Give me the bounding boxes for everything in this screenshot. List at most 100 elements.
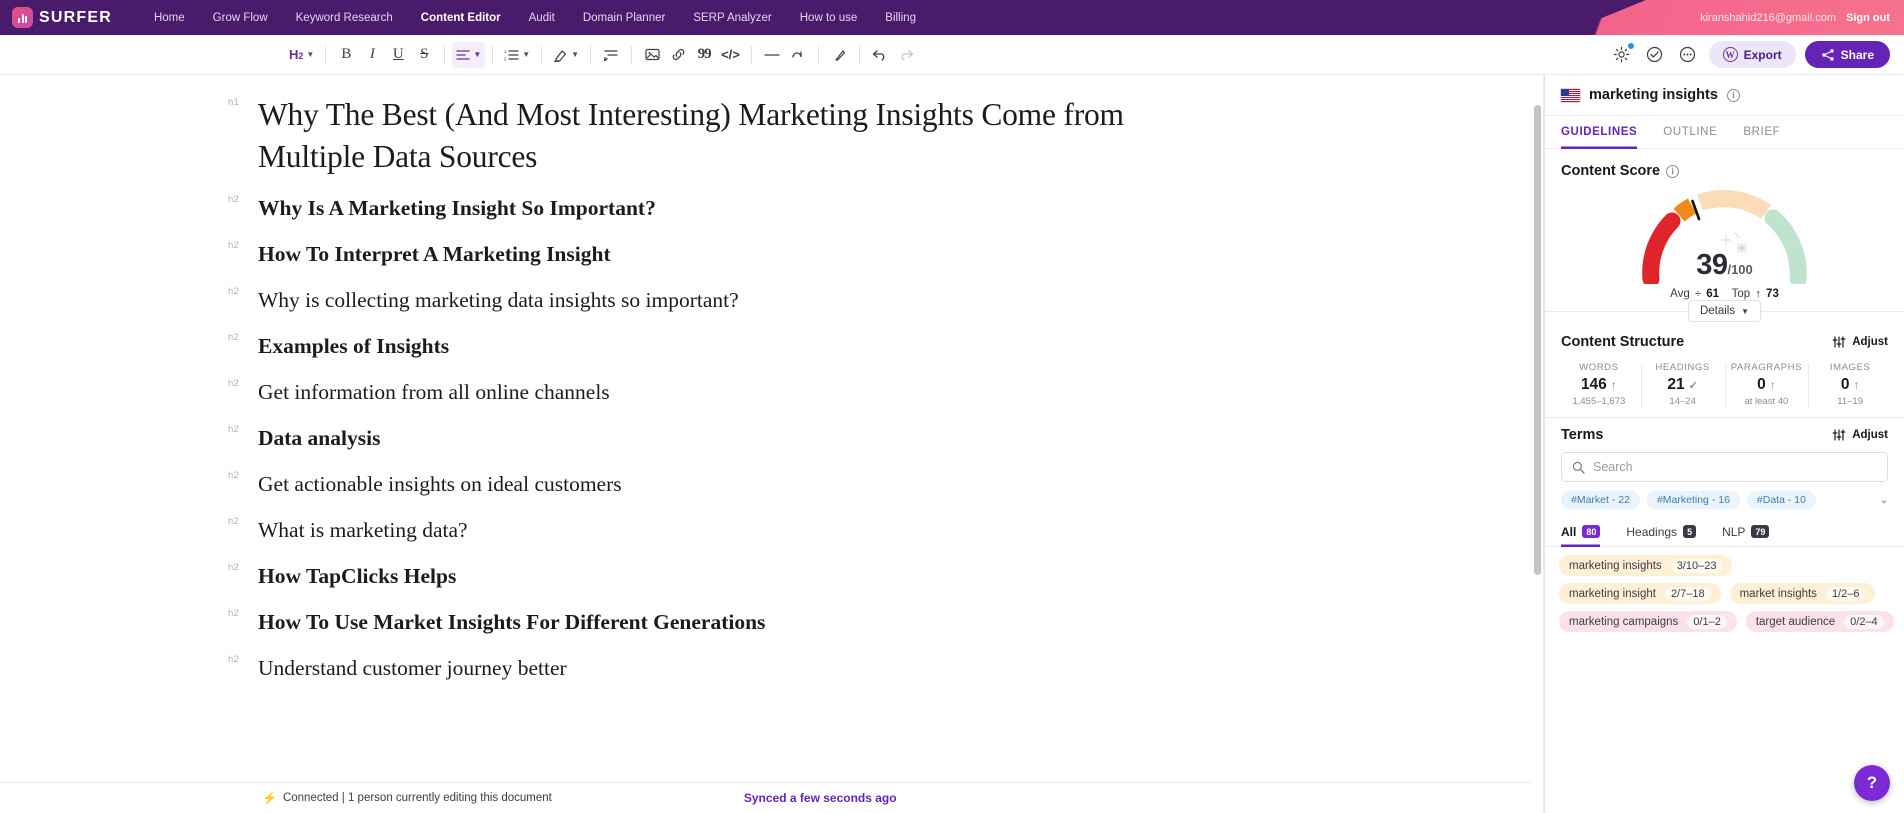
eraser-button[interactable] — [826, 42, 852, 68]
document-heading-h2[interactable]: What is marketing data? — [228, 508, 468, 554]
insert-image-button[interactable] — [639, 42, 665, 68]
terms-row: marketing insights 3/10–23 — [1559, 555, 1890, 576]
terms-header: Terms Adjust — [1545, 417, 1904, 443]
info-icon[interactable]: i — [1666, 165, 1679, 178]
tag-marketing[interactable]: #Marketing - 16 — [1647, 491, 1740, 509]
export-button[interactable]: W Export — [1709, 41, 1796, 68]
terms-search-box[interactable]: Search — [1561, 452, 1888, 482]
check-icon: ✓ — [1689, 379, 1698, 392]
heading-level-dropdown[interactable]: H2 ▼ — [285, 42, 318, 68]
surfer-logo[interactable]: SURFER — [12, 7, 112, 28]
document-block[interactable]: h2 Get actionable insights on ideal cust… — [0, 462, 1532, 508]
underline-button[interactable]: U — [385, 42, 411, 68]
subtab-nlp[interactable]: NLP 79 — [1722, 517, 1769, 547]
highlighter-icon — [553, 48, 568, 62]
document-canvas[interactable]: h1 Why The Best (And Most Interesting) M… — [0, 75, 1532, 782]
subtab-headings[interactable]: Headings 5 — [1626, 517, 1696, 547]
help-button[interactable]: ? — [1854, 765, 1890, 801]
details-dropdown-button[interactable]: Details ▼ — [1688, 300, 1761, 322]
info-icon[interactable]: i — [1727, 89, 1740, 102]
nav-link-keyword-research[interactable]: Keyword Research — [282, 12, 407, 24]
block-tag-label: h2 — [228, 378, 239, 389]
stat-label: HEADINGS — [1641, 362, 1725, 373]
document-block[interactable]: h2 Understand customer journey better — [0, 646, 1532, 692]
document-heading-h2[interactable]: How To Use Market Insights For Different… — [228, 600, 765, 646]
document-heading-h2[interactable]: How TapClicks Helps — [228, 554, 456, 600]
document-heading-h2[interactable]: Examples of Insights — [228, 324, 449, 370]
term-chip[interactable]: market insights 1/2–6 — [1730, 583, 1876, 604]
highlighter-button[interactable]: ▼ — [549, 42, 583, 68]
more-options-button[interactable] — [1676, 43, 1700, 67]
tab-guidelines[interactable]: GUIDELINES — [1561, 116, 1637, 149]
image-icon — [645, 48, 660, 61]
document-block[interactable]: h2 How TapClicks Helps — [0, 554, 1532, 600]
tag-data[interactable]: #Data - 10 — [1747, 491, 1816, 509]
heading-level-number: 2 — [298, 51, 303, 61]
block-tag-label: h2 — [228, 654, 239, 665]
nav-link-serp-analyzer[interactable]: SERP Analyzer — [679, 12, 785, 24]
share-button[interactable]: Share — [1805, 41, 1890, 68]
nav-link-domain-planner[interactable]: Domain Planner — [569, 12, 679, 24]
block-tag-label: h2 — [228, 240, 239, 251]
document-block[interactable]: h2 Why is collecting marketing data insi… — [0, 278, 1532, 324]
account-area: kiranshahid216@gmail.com Sign out — [1700, 12, 1890, 24]
italic-button[interactable]: I — [359, 42, 385, 68]
term-chip[interactable]: marketing insights 3/10–23 — [1559, 555, 1732, 576]
term-chip[interactable]: marketing campaigns 0/1–2 — [1559, 611, 1737, 632]
expand-tags-chevron-down-icon[interactable]: ⌄ — [1880, 495, 1888, 506]
ordered-list-button[interactable]: 12 ▼ — [500, 42, 534, 68]
document-block[interactable]: h2 How To Use Market Insights For Differ… — [0, 600, 1532, 646]
document-block[interactable]: h2 Examples of Insights — [0, 324, 1532, 370]
document-heading-h1[interactable]: Why The Best (And Most Interesting) Mark… — [228, 89, 1158, 186]
editor-toolbar: H2 ▼ B I U S ▼ 12 ▼ ▼ — [0, 35, 1904, 75]
sign-out-link[interactable]: Sign out — [1846, 12, 1890, 24]
subtab-count-badge: 5 — [1683, 525, 1696, 538]
document-block[interactable]: h1 Why The Best (And Most Interesting) M… — [0, 89, 1532, 186]
horizontal-rule-button[interactable] — [759, 42, 785, 68]
nav-link-billing[interactable]: Billing — [871, 12, 930, 24]
nav-link-grow-flow[interactable]: Grow Flow — [199, 12, 282, 24]
terms-adjust-button[interactable]: Adjust — [1832, 429, 1888, 441]
term-chip[interactable]: marketing insight 2/7–18 — [1559, 583, 1721, 604]
document-heading-h2[interactable]: Why is collecting marketing data insight… — [228, 278, 739, 324]
insert-link-button[interactable] — [665, 42, 691, 68]
redo-button[interactable] — [893, 42, 919, 68]
score-benchmarks: Avg ÷ 61 Top ↑ 73 — [1561, 288, 1888, 300]
term-chip[interactable]: target audience 0/2–4 — [1746, 611, 1894, 632]
adjust-label: Adjust — [1852, 336, 1888, 348]
settings-button[interactable] — [1610, 43, 1634, 67]
nav-link-content-editor[interactable]: Content Editor — [407, 12, 515, 24]
document-heading-h2[interactable]: Get information from all online channels — [228, 370, 610, 416]
tag-market[interactable]: #Market - 22 — [1561, 491, 1640, 509]
code-block-button[interactable]: </> — [717, 42, 744, 68]
scrollbar-thumb[interactable] — [1534, 105, 1541, 575]
tab-brief[interactable]: BRIEF — [1743, 116, 1780, 149]
document-block[interactable]: h2 Why Is A Marketing Insight So Importa… — [0, 186, 1532, 232]
document-heading-h2[interactable]: Data analysis — [228, 416, 380, 462]
document-heading-h2[interactable]: Understand customer journey better — [228, 646, 567, 692]
document-block[interactable]: h2 How To Interpret A Marketing Insight — [0, 232, 1532, 278]
content-structure-adjust-button[interactable]: Adjust — [1832, 336, 1888, 348]
check-status-button[interactable] — [1643, 43, 1667, 67]
nav-link-home[interactable]: Home — [140, 12, 199, 24]
document-block[interactable]: h2 Get information from all online chann… — [0, 370, 1532, 416]
document-block[interactable]: h2 Data analysis — [0, 416, 1532, 462]
subtab-all[interactable]: All 80 — [1561, 517, 1600, 547]
content-score-value: 39 — [1696, 249, 1727, 281]
bold-button[interactable]: B — [333, 42, 359, 68]
undo-button[interactable] — [867, 42, 893, 68]
align-left-button[interactable]: ▼ — [452, 42, 485, 68]
document-heading-h2[interactable]: Why Is A Marketing Insight So Important? — [228, 186, 656, 232]
nav-link-audit[interactable]: Audit — [515, 12, 569, 24]
blockquote-button[interactable]: 99 — [691, 42, 717, 68]
eraser-icon — [832, 48, 846, 62]
clear-formatting-button[interactable] — [785, 42, 811, 68]
document-heading-h2[interactable]: How To Interpret A Marketing Insight — [228, 232, 611, 278]
indent-button[interactable] — [598, 42, 624, 68]
tab-outline[interactable]: OUTLINE — [1663, 116, 1717, 149]
strikethrough-button[interactable]: S — [411, 42, 437, 68]
nav-link-how-to-use[interactable]: How to use — [786, 12, 872, 24]
document-heading-h2[interactable]: Get actionable insights on ideal custome… — [228, 462, 622, 508]
document-block[interactable]: h2 What is marketing data? — [0, 508, 1532, 554]
editor-scrollbar[interactable] — [1532, 75, 1544, 813]
